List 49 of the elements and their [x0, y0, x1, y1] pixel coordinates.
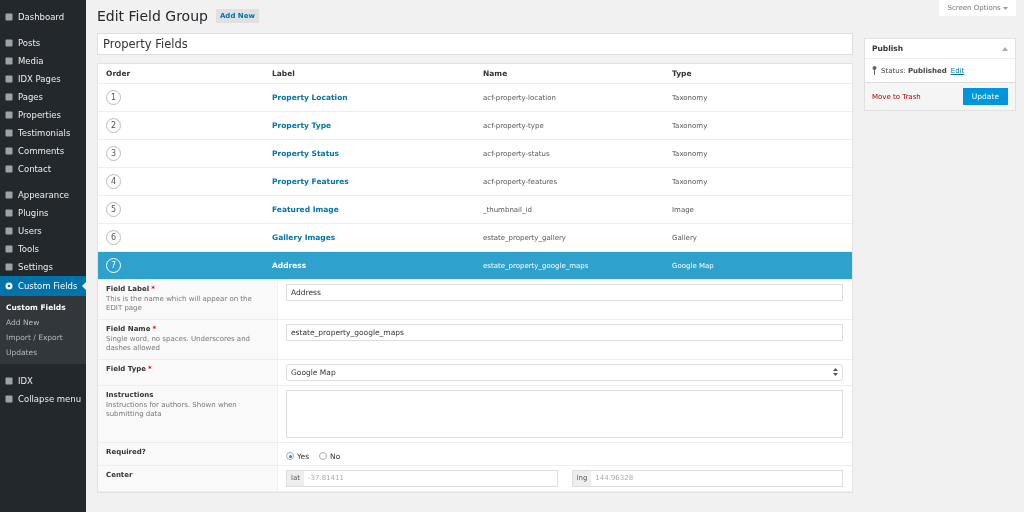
- radio-button[interactable]: [286, 452, 294, 461]
- caret-icon[interactable]: [1002, 46, 1008, 51]
- menu-item[interactable]: Users: [0, 222, 86, 240]
- order-badge: 5: [106, 202, 121, 217]
- square-icon: [5, 227, 13, 235]
- menu-item[interactable]: Properties: [0, 106, 86, 124]
- menu-item[interactable]: IDX Pages: [0, 70, 86, 88]
- square-icon: [5, 57, 13, 65]
- order-badge: 1: [106, 90, 121, 105]
- square-icon: [5, 13, 13, 21]
- order-badge: 3: [106, 146, 121, 161]
- textarea-field[interactable]: [286, 389, 843, 438]
- menu-item[interactable]: Plugins: [0, 204, 86, 222]
- menu-item[interactable]: Custom Fields: [0, 276, 86, 296]
- square-icon: [5, 93, 13, 101]
- updown-icon: [833, 368, 838, 377]
- square-icon: [5, 209, 13, 217]
- square-icon: [5, 395, 13, 403]
- menu-item[interactable]: Media: [0, 52, 86, 70]
- menu-item[interactable]: Collapse menu: [0, 390, 86, 408]
- order-badge: 6: [106, 230, 121, 245]
- title-field[interactable]: Property Fields: [97, 33, 853, 55]
- square-icon: [5, 191, 13, 199]
- menu-item[interactable]: Comments: [0, 142, 86, 160]
- menu-item[interactable]: Dashboard: [0, 8, 86, 26]
- square-icon: [5, 39, 13, 47]
- square-icon: [5, 129, 13, 137]
- menu-item[interactable]: Pages: [0, 88, 86, 106]
- menu-item[interactable]: Appearance: [0, 186, 86, 204]
- radio-button[interactable]: [319, 452, 328, 461]
- pin-icon: [872, 66, 877, 75]
- menu-item[interactable]: Posts: [0, 34, 86, 52]
- menu-item[interactable]: Testimonials: [0, 124, 86, 142]
- menu-item[interactable]: Tools: [0, 240, 86, 258]
- square-icon: [5, 147, 13, 155]
- square-icon: [5, 263, 13, 271]
- order-badge: 4: [106, 174, 121, 189]
- menu-item[interactable]: IDX: [0, 372, 86, 390]
- order-badge: 2: [106, 118, 121, 133]
- caret-icon: [1003, 7, 1008, 10]
- square-icon: [5, 377, 13, 385]
- square-icon: [5, 165, 13, 173]
- square-icon: [5, 111, 13, 119]
- menu-item[interactable]: Contact: [0, 160, 86, 178]
- square-icon: [5, 75, 13, 83]
- menu-item[interactable]: Settings: [0, 258, 86, 276]
- square-icon: [5, 245, 13, 253]
- page-title: Edit Field Group: [97, 8, 208, 24]
- gear-icon: [5, 282, 13, 290]
